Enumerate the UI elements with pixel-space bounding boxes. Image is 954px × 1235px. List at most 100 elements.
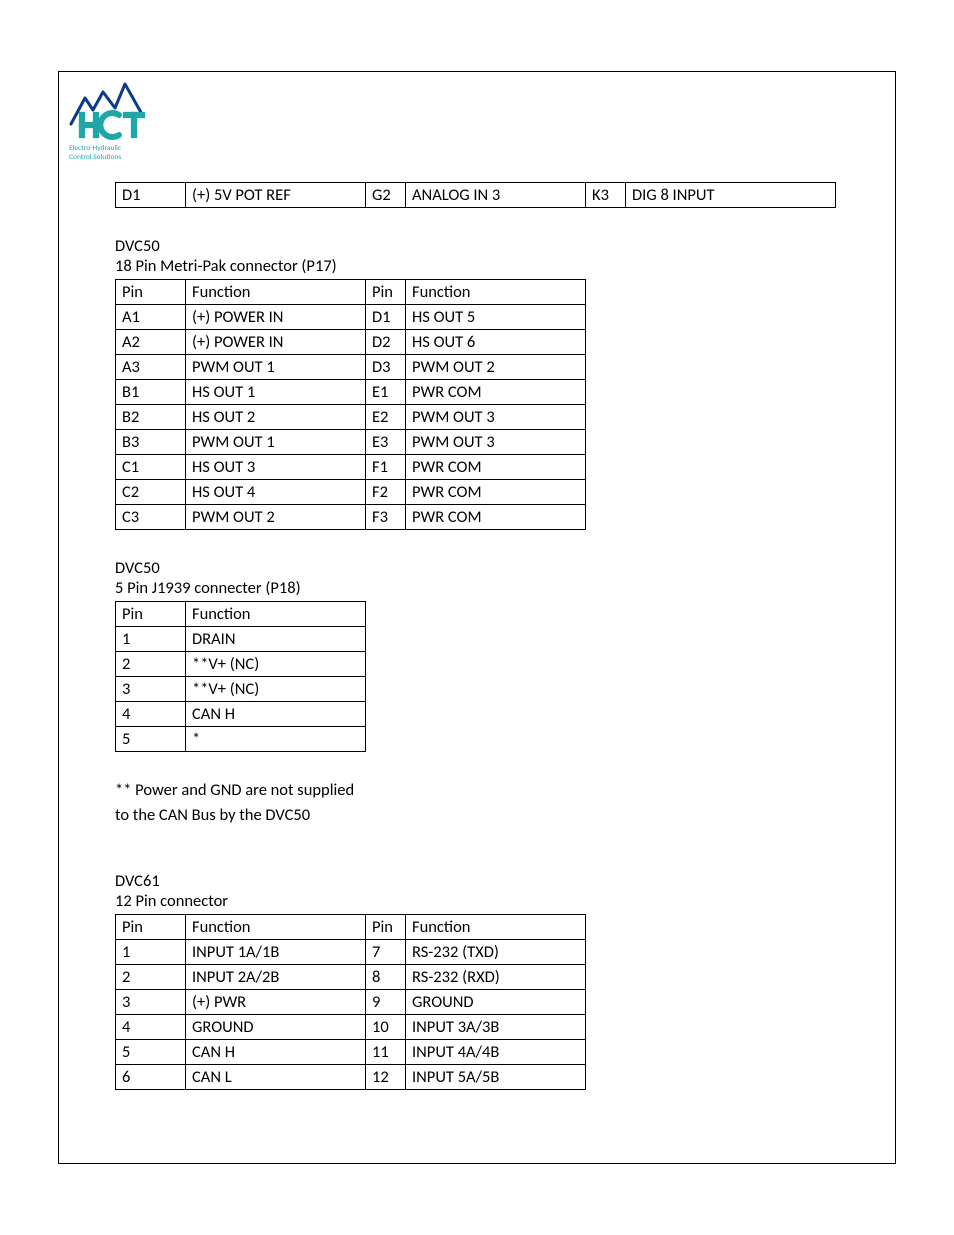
table-cell: PWR COM	[406, 379, 586, 404]
table-cell: INPUT 5A/5B	[406, 1064, 586, 1089]
table-cell: F2	[366, 479, 406, 504]
table-cell: PWM OUT 2	[406, 354, 586, 379]
table2-title: DVC50	[115, 558, 839, 578]
footnote-line1: ** Power and GND are not supplied	[115, 778, 839, 804]
table-cell: CAN L	[186, 1064, 366, 1089]
table-cell: C3	[116, 504, 186, 529]
table-cell: 9	[366, 989, 406, 1014]
table-cell: PWM OUT 1	[186, 429, 366, 454]
table2-subtitle: 5 Pin J1939 connecter (P18)	[115, 578, 839, 598]
table-cell: (+) PWR	[186, 989, 366, 1014]
table-cell: E1	[366, 379, 406, 404]
table1-title: DVC50	[115, 236, 839, 256]
table-cell: HS OUT 5	[406, 304, 586, 329]
table-cell: 3	[116, 989, 186, 1014]
table-cell: 8	[366, 964, 406, 989]
table-cell: D1	[366, 304, 406, 329]
table-cell: C1	[116, 454, 186, 479]
table-cell: ANALOG IN 3	[406, 182, 586, 207]
table-cell: 5	[116, 726, 186, 751]
table-cell: B1	[116, 379, 186, 404]
col-header: Function	[186, 279, 366, 304]
table-cell: F3	[366, 504, 406, 529]
col-header: Function	[406, 914, 586, 939]
table-cell: INPUT 4A/4B	[406, 1039, 586, 1064]
table-cell: B3	[116, 429, 186, 454]
table-cell: D2	[366, 329, 406, 354]
table-cell: HS OUT 1	[186, 379, 366, 404]
table-cell: **V+ (NC)	[186, 651, 366, 676]
table-cell: D1	[116, 182, 186, 207]
table-cell: HS OUT 6	[406, 329, 586, 354]
table-cell: PWR COM	[406, 454, 586, 479]
table-cell: HS OUT 2	[186, 404, 366, 429]
table-cell: 3	[116, 676, 186, 701]
table-cell: PWM OUT 3	[406, 404, 586, 429]
table-cell: 7	[366, 939, 406, 964]
logo-caption-1: Electro-Hydraulic	[69, 145, 895, 153]
table-cell: PWR COM	[406, 479, 586, 504]
table-cell: GROUND	[186, 1014, 366, 1039]
table3-title: DVC61	[115, 871, 839, 891]
dvc50-5pin-table: Pin Function 1DRAIN2**V+ (NC)3**V+ (NC)4…	[115, 601, 366, 752]
table-cell: E3	[366, 429, 406, 454]
top-row-table: D1 (+) 5V POT REF G2 ANALOG IN 3 K3 DIG …	[115, 182, 836, 208]
table-cell: 6	[116, 1064, 186, 1089]
table-cell: 4	[116, 1014, 186, 1039]
dvc61-12pin-table: Pin Function Pin Function 1INPUT 1A/1B7R…	[115, 914, 586, 1090]
table-cell: A2	[116, 329, 186, 354]
table-cell: RS-232 (TXD)	[406, 939, 586, 964]
table1-subtitle: 18 Pin Metri-Pak connector (P17)	[115, 256, 839, 276]
table-cell: GROUND	[406, 989, 586, 1014]
footnote: ** Power and GND are not supplied to the…	[115, 778, 839, 829]
table-cell: 5	[116, 1039, 186, 1064]
table-cell: CAN H	[186, 701, 366, 726]
table-cell: INPUT 3A/3B	[406, 1014, 586, 1039]
table-cell: A3	[116, 354, 186, 379]
col-header: Pin	[366, 279, 406, 304]
col-header: Pin	[366, 914, 406, 939]
table-cell: INPUT 2A/2B	[186, 964, 366, 989]
table-cell: DIG 8 INPUT	[626, 182, 836, 207]
table-cell: A1	[116, 304, 186, 329]
table-cell: 2	[116, 964, 186, 989]
table-cell: 10	[366, 1014, 406, 1039]
table-cell: PWR COM	[406, 504, 586, 529]
table-cell: C2	[116, 479, 186, 504]
table-cell: B2	[116, 404, 186, 429]
table-cell: PWM OUT 1	[186, 354, 366, 379]
table-cell: DRAIN	[186, 626, 366, 651]
table-cell: K3	[586, 182, 626, 207]
footnote-line2: to the CAN Bus by the DVC50	[115, 803, 839, 829]
table-cell: 1	[116, 939, 186, 964]
col-header: Pin	[116, 601, 186, 626]
col-header: Function	[186, 601, 366, 626]
col-header: Pin	[116, 279, 186, 304]
col-header: Function	[186, 914, 366, 939]
table-cell: (+) 5V POT REF	[186, 182, 366, 207]
table-cell: D3	[366, 354, 406, 379]
table-cell: 11	[366, 1039, 406, 1064]
table-cell: INPUT 1A/1B	[186, 939, 366, 964]
table-cell: 1	[116, 626, 186, 651]
table-cell: F1	[366, 454, 406, 479]
logo-caption-2: Control Solutions	[69, 154, 895, 162]
table-cell: *	[186, 726, 366, 751]
table-cell: (+) POWER IN	[186, 329, 366, 354]
table-cell: PWM OUT 2	[186, 504, 366, 529]
table-cell: RS-232 (RXD)	[406, 964, 586, 989]
table-cell: 2	[116, 651, 186, 676]
hct-logo: Electro-Hydraulic Control Solutions	[69, 82, 895, 162]
col-header: Pin	[116, 914, 186, 939]
dvc50-18pin-table: Pin Function Pin Function A1(+) POWER IN…	[115, 279, 586, 530]
table-cell: (+) POWER IN	[186, 304, 366, 329]
table-cell: 12	[366, 1064, 406, 1089]
table-cell: 4	[116, 701, 186, 726]
table-cell: HS OUT 3	[186, 454, 366, 479]
table-cell: **V+ (NC)	[186, 676, 366, 701]
table-cell: PWM OUT 3	[406, 429, 586, 454]
col-header: Function	[406, 279, 586, 304]
table-cell: HS OUT 4	[186, 479, 366, 504]
table-cell: E2	[366, 404, 406, 429]
table-cell: G2	[366, 182, 406, 207]
